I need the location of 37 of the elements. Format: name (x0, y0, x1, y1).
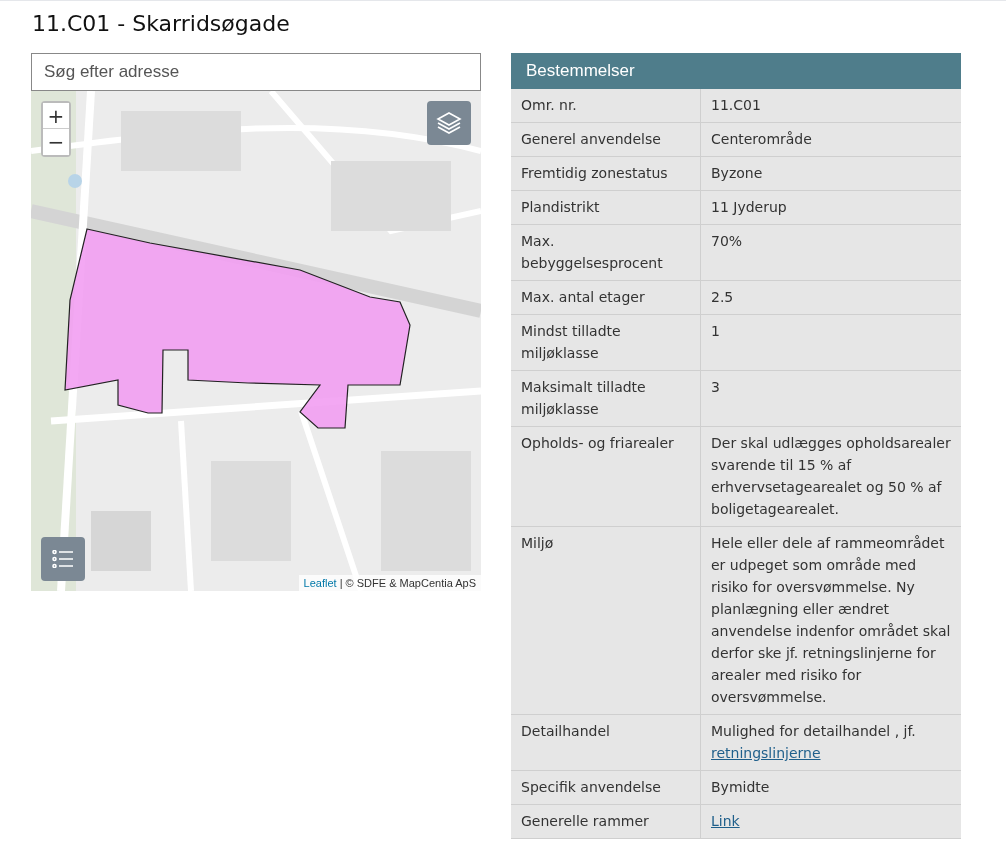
row-label: Max. bebyggelsesprocent (511, 225, 701, 280)
zoom-in-button[interactable]: + (43, 103, 69, 129)
row-label: Mindst tilladte miljøklasse (511, 315, 701, 370)
layers-button[interactable] (427, 101, 471, 145)
row-label: Detailhandel (511, 715, 701, 770)
row-value: 3 (710, 378, 721, 397)
row-label: Plandistrikt (511, 191, 701, 224)
row-value: 1 (710, 322, 721, 341)
row-label: Opholds- og friarealer (511, 427, 701, 526)
leaflet-link[interactable]: Leaflet (303, 574, 337, 591)
row-label: Specifik anvendelse (511, 771, 701, 804)
row-label: Max. antal etager (511, 281, 701, 314)
legend-button[interactable] (41, 537, 85, 581)
row-value: 70% (710, 232, 744, 251)
row-label: Generelle rammer (511, 805, 701, 838)
page-title: 11.C01 - Skarridsøgade (32, 10, 290, 38)
row-value: Bymidte (710, 778, 771, 797)
row-label: Generel anvendelse (511, 123, 701, 156)
value-link[interactable]: retningslinjerne (711, 745, 821, 761)
row-value: 11 Jyderup (710, 198, 788, 217)
list-icon (52, 550, 74, 568)
row-value: Hele eller dele af rammeområdet er udpeget som område med risiko for oversvømmelse. Ny planlægning eller ændret anvendelse indenfor området skal derfor ske jf. retningslinjerne for arealer med risiko for oversvømmelse. (710, 534, 952, 707)
row-label: Omr. nr. (511, 89, 701, 122)
row-value: Centerområde (710, 130, 813, 149)
search-field[interactable]: Søg efter adresse (31, 53, 481, 91)
row-label: Fremtidig zonestatus (511, 157, 701, 190)
row-label: Maksimalt tilladte miljøklasse (511, 371, 701, 426)
row-value: Der skal udlægges opholdsarealer svarende til 15 % af erhvervsetagearealet og 50 % af boligetagearealet. (710, 434, 952, 519)
map-attribution: | © SDFE & MapCentia ApS (338, 575, 476, 591)
row-value: Byzone (710, 164, 764, 183)
row-label: Miljø (511, 527, 701, 714)
section-header: Bestemmelser (511, 53, 961, 89)
layers-icon (436, 111, 462, 135)
row-value: 2.5 (710, 288, 735, 307)
value-link[interactable]: Link (711, 813, 740, 829)
row-value: 11.C01 (710, 96, 762, 115)
row-value: Mulighed for detailhandel , jf. (711, 723, 916, 739)
